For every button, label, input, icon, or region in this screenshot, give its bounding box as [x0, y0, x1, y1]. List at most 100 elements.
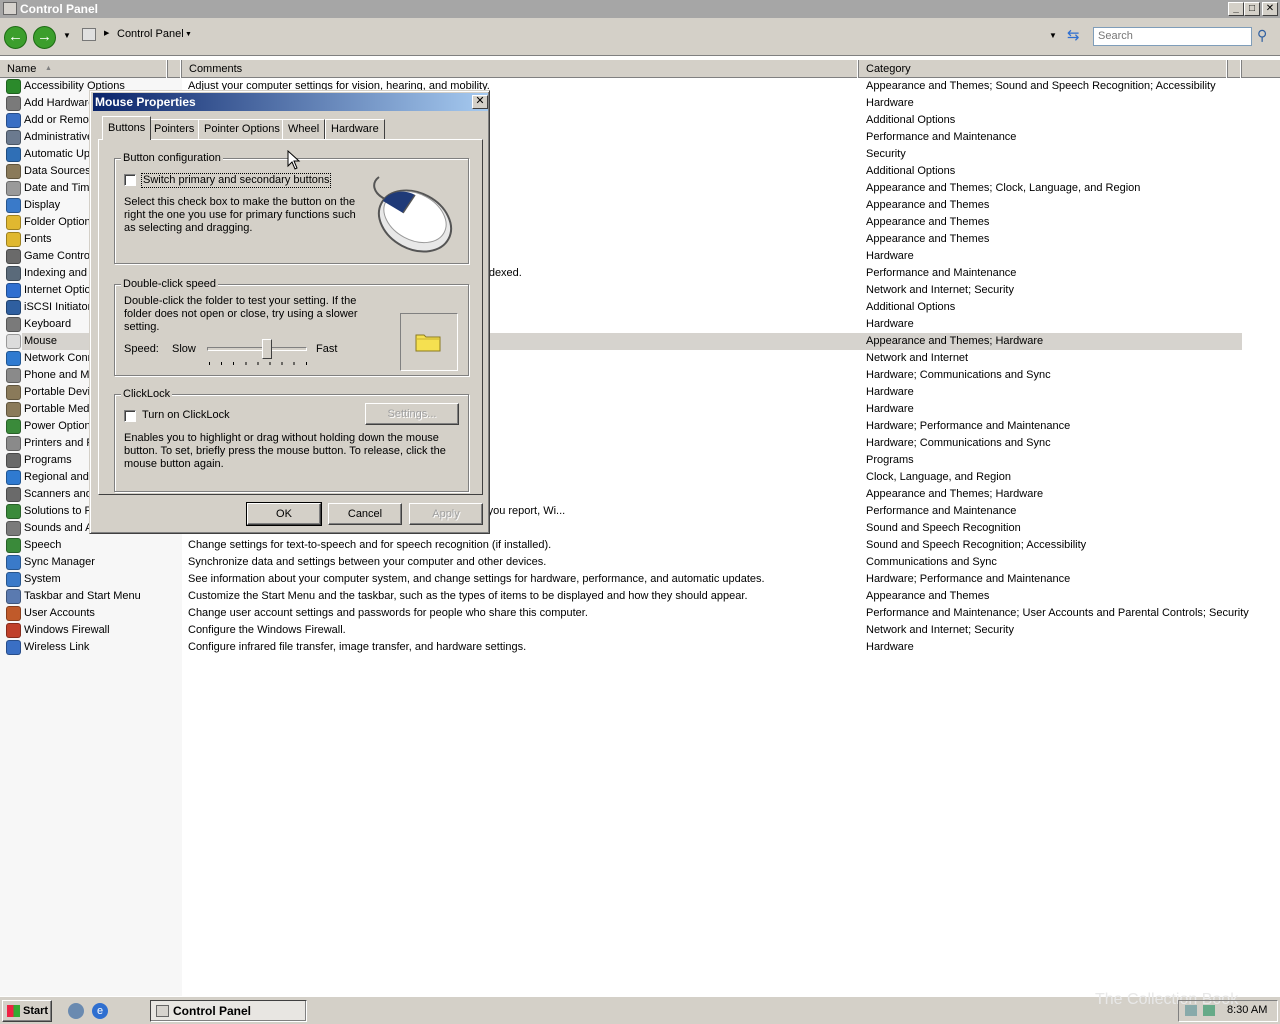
item-icon[interactable]	[6, 249, 21, 264]
close-button[interactable]: ✕	[1262, 2, 1278, 16]
column-header-category[interactable]: Category	[859, 60, 1228, 78]
back-arrow-icon[interactable]: ←	[4, 26, 27, 49]
item-icon[interactable]	[6, 96, 21, 111]
item-icon[interactable]	[6, 300, 21, 315]
list-item[interactable]: Taskbar and Start Menu Customize the Star…	[0, 588, 1280, 605]
list-item[interactable]: Sync Manager Synchronize data and setting…	[0, 554, 1280, 571]
address-dropdown-icon[interactable]: ▼	[1049, 31, 1057, 40]
internet-explorer-icon[interactable]: e	[92, 1003, 108, 1019]
item-icon[interactable]	[6, 113, 21, 128]
item-icon[interactable]	[6, 640, 21, 655]
item-icon[interactable]	[6, 215, 21, 230]
clicklock-settings-button[interactable]: Settings...	[365, 403, 459, 425]
breadcrumb-dropdown-icon[interactable]: ▼	[185, 31, 192, 38]
item-icon[interactable]	[6, 266, 21, 281]
item-icon[interactable]	[6, 555, 21, 570]
item-icon[interactable]	[6, 198, 21, 213]
breadcrumb-control-panel[interactable]: Control Panel	[117, 27, 184, 41]
item-icon[interactable]	[6, 181, 21, 196]
list-item[interactable]: Windows Firewall Configure the Windows Fi…	[0, 622, 1280, 639]
item-name[interactable]: Windows Firewall	[24, 622, 179, 639]
item-icon[interactable]	[6, 232, 21, 247]
security-tray-icon[interactable]	[1203, 1005, 1215, 1016]
item-name[interactable]: Wireless Link	[24, 639, 179, 656]
system-tray: 8:30 AM	[1178, 1000, 1278, 1022]
search-input[interactable]: Search	[1093, 27, 1252, 46]
tab-pointer-options[interactable]: Pointer Options	[198, 119, 286, 139]
column-header-name[interactable]: Name ▲	[0, 60, 168, 78]
item-icon[interactable]	[6, 521, 21, 536]
item-icon[interactable]	[6, 487, 21, 502]
item-icon[interactable]	[6, 606, 21, 621]
list-item[interactable]: Wireless Link Configure infrared file tra…	[0, 639, 1280, 656]
switch-buttons-label[interactable]: Switch primary and secondary buttons	[141, 173, 332, 188]
column-header-spacer	[168, 60, 182, 78]
item-icon[interactable]	[6, 317, 21, 332]
item-icon[interactable]	[6, 589, 21, 604]
network-tray-icon[interactable]	[1185, 1005, 1197, 1016]
control-panel-icon[interactable]	[3, 2, 17, 15]
maximize-button[interactable]: □	[1244, 2, 1260, 16]
item-icon[interactable]	[6, 334, 21, 349]
show-desktop-icon[interactable]	[68, 1003, 84, 1019]
item-icon[interactable]	[6, 385, 21, 400]
item-icon[interactable]	[6, 419, 21, 434]
window-titlebar[interactable]: Control Panel _ □ ✕	[0, 0, 1280, 18]
apply-button[interactable]: Apply	[409, 503, 483, 525]
forward-arrow-icon[interactable]: →	[33, 26, 56, 49]
item-icon[interactable]	[6, 130, 21, 145]
item-name[interactable]: User Accounts	[24, 605, 179, 622]
dialog-close-icon[interactable]: ✕	[472, 95, 488, 109]
ok-button[interactable]: OK	[246, 502, 322, 526]
item-icon[interactable]	[6, 368, 21, 383]
item-icon[interactable]	[6, 538, 21, 553]
tab-hardware[interactable]: Hardware	[325, 119, 385, 139]
item-icon[interactable]	[6, 436, 21, 451]
double-click-slider-thumb[interactable]	[262, 339, 272, 359]
item-category: Hardware; Performance and Maintenance	[866, 573, 1071, 585]
breadcrumb-chevron-icon[interactable]: ▶	[104, 29, 109, 37]
item-category: Appearance and Themes	[866, 233, 990, 245]
item-category: Appearance and Themes	[866, 216, 990, 228]
item-icon[interactable]	[6, 470, 21, 485]
item-name[interactable]: Speech	[24, 537, 179, 554]
tab-pointers[interactable]: Pointers	[148, 119, 201, 139]
item-icon[interactable]	[6, 623, 21, 638]
dialog-titlebar[interactable]: Mouse Properties ✕	[93, 93, 488, 111]
column-name-label: Name	[7, 63, 37, 75]
cancel-button[interactable]: Cancel	[328, 503, 402, 525]
item-name[interactable]: Taskbar and Start Menu	[24, 588, 179, 605]
taskbar-control-panel-button[interactable]: Control Panel	[150, 1000, 307, 1022]
item-icon[interactable]	[6, 79, 21, 94]
search-icon[interactable]: ⚲	[1257, 27, 1267, 44]
clicklock-checkbox-label[interactable]: Turn on ClickLock	[142, 409, 230, 422]
minimize-button[interactable]: _	[1228, 2, 1244, 16]
item-icon[interactable]	[6, 164, 21, 179]
item-category: Appearance and Themes	[866, 199, 990, 211]
item-icon[interactable]	[6, 351, 21, 366]
test-folder-icon[interactable]	[415, 332, 441, 352]
tab-buttons[interactable]: Buttons	[102, 116, 152, 140]
item-name[interactable]: System	[24, 571, 179, 588]
item-icon[interactable]	[6, 147, 21, 162]
double-click-slider-track[interactable]	[207, 347, 307, 351]
item-name[interactable]: Sync Manager	[24, 554, 179, 571]
item-icon[interactable]	[6, 453, 21, 468]
clicklock-checkbox[interactable]	[124, 410, 136, 422]
item-icon[interactable]	[6, 402, 21, 417]
item-category: Performance and Maintenance	[866, 131, 1017, 143]
start-button[interactable]: Start	[2, 1000, 52, 1022]
list-item[interactable]: Speech Change settings for text-to-speech…	[0, 537, 1280, 554]
item-icon[interactable]	[6, 504, 21, 519]
double-click-test-area[interactable]	[400, 313, 458, 371]
switch-buttons-checkbox[interactable]	[124, 174, 136, 186]
list-item[interactable]: User Accounts Change user account setting…	[0, 605, 1280, 622]
item-icon[interactable]	[6, 572, 21, 587]
clock[interactable]: 8:30 AM	[1227, 1004, 1267, 1016]
refresh-icon[interactable]: ⇆	[1067, 26, 1080, 44]
list-item[interactable]: System See information about your compute…	[0, 571, 1280, 588]
item-icon[interactable]	[6, 283, 21, 298]
history-dropdown-icon[interactable]: ▼	[63, 31, 71, 40]
tab-wheel[interactable]: Wheel	[282, 119, 326, 139]
column-header-comments[interactable]: Comments	[182, 60, 859, 78]
